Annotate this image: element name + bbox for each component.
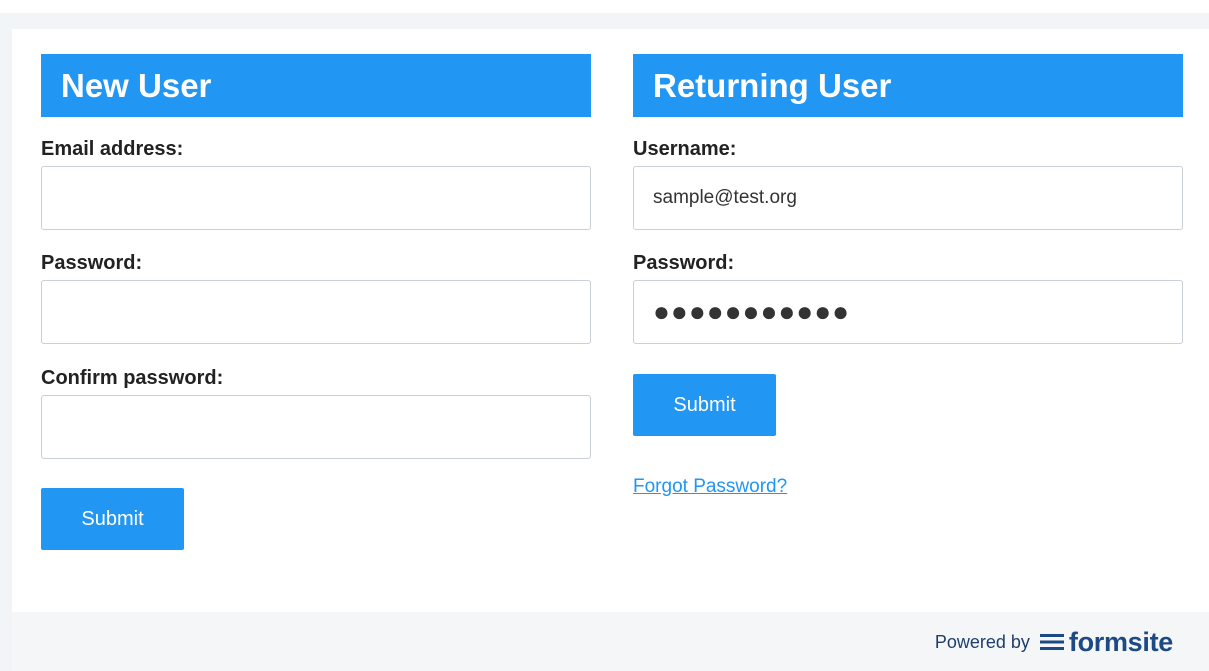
password-mask: ●●●●●●●●●●●	[653, 296, 851, 327]
new-user-heading: New User	[41, 54, 591, 117]
page-top-edge	[0, 0, 1209, 13]
form-top-strip	[12, 13, 1209, 29]
returning-user-submit-button[interactable]: Submit	[633, 374, 776, 436]
footer: Powered by formsite	[12, 612, 1209, 671]
returning-password-field[interactable]: ●●●●●●●●●●●	[633, 280, 1183, 344]
returning-password-label: Password:	[633, 252, 735, 274]
confirm-password-label: Confirm password:	[41, 367, 224, 389]
confirm-password-field[interactable]	[41, 395, 591, 459]
form-left-edge	[0, 13, 12, 671]
returning-user-heading: Returning User	[633, 54, 1183, 117]
new-password-label: Password:	[41, 252, 143, 274]
email-label: Email address:	[41, 138, 184, 160]
lines-icon	[1039, 632, 1064, 652]
username-label: Username:	[633, 138, 737, 160]
forgot-password-link[interactable]: Forgot Password?	[633, 476, 787, 498]
powered-by-text: Powered by	[934, 631, 1030, 652]
email-field[interactable]	[41, 166, 591, 230]
powered-by[interactable]: Powered by formsite	[935, 626, 1173, 658]
username-field[interactable]: sample@test.org	[633, 166, 1183, 230]
returning-user-section: Returning User Username: sample@test.org…	[633, 54, 1183, 497]
new-user-submit-button[interactable]: Submit	[41, 488, 184, 550]
formsite-logo-text: formsite	[1068, 626, 1173, 657]
new-user-section: New User Email address: Password: Confir…	[41, 54, 591, 550]
new-password-field[interactable]	[41, 280, 591, 344]
